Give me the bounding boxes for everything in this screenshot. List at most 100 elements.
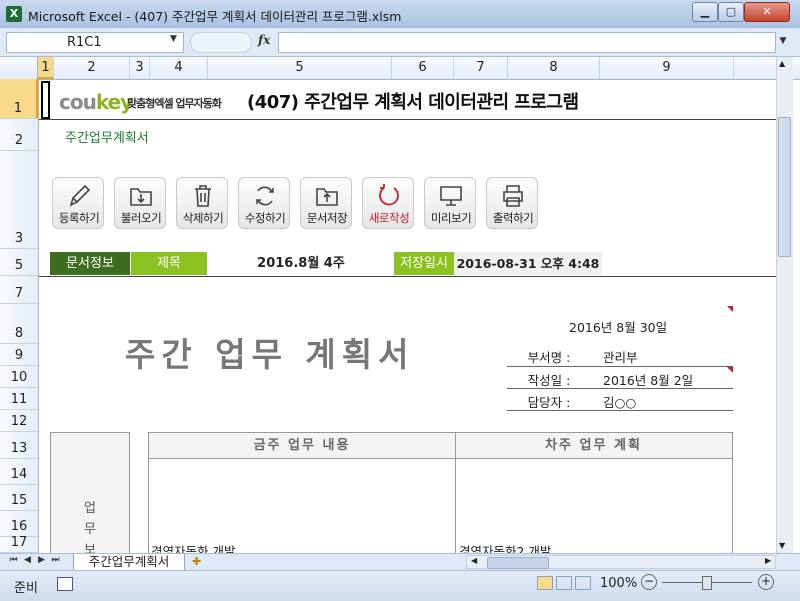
column-header[interactable]: 6 xyxy=(392,57,454,79)
monitor-icon xyxy=(440,186,462,206)
select-all-corner[interactable] xyxy=(0,57,38,79)
underline xyxy=(507,366,733,367)
manager-value[interactable]: 김○○ xyxy=(603,392,636,411)
this-week-content[interactable]: 경영자동화 개발 xyxy=(151,541,235,553)
side-category-cell[interactable]: 업 무 보 xyxy=(50,432,130,553)
row-header[interactable]: 5 xyxy=(0,249,38,276)
column-header[interactable]: 9 xyxy=(600,57,734,79)
register-button[interactable]: 등록하기 xyxy=(52,177,104,229)
doc-info-badge: 문서정보 xyxy=(50,252,130,275)
last-sheet-icon[interactable]: ⏭ xyxy=(50,555,61,565)
row-header[interactable]: 14 xyxy=(0,459,38,485)
expand-formula-bar-icon[interactable]: ▼ xyxy=(776,32,790,51)
name-box[interactable]: R1C1 ▼ xyxy=(6,32,184,53)
formula-input[interactable] xyxy=(278,32,776,53)
print-label: 출력하기 xyxy=(492,211,534,225)
column-header[interactable]: 3 xyxy=(130,57,150,79)
window-title: Microsoft Excel - (407) 주간업무 계획서 데이터관리 프… xyxy=(28,9,402,24)
preview-button[interactable]: 미리보기 xyxy=(424,177,476,229)
next-week-content[interactable]: 경영자동화2 개발 xyxy=(459,541,551,553)
chevron-down-icon[interactable]: ▼ xyxy=(170,34,177,44)
normal-view-icon[interactable] xyxy=(537,576,553,590)
register-label: 등록하기 xyxy=(58,211,100,225)
row-header[interactable]: 9 xyxy=(0,344,38,366)
scroll-down-icon[interactable]: ▼ xyxy=(779,541,785,550)
row-header[interactable]: 3 xyxy=(0,151,38,249)
column-header[interactable]: 4 xyxy=(150,57,208,79)
excel-app-icon[interactable]: X xyxy=(6,6,22,22)
horizontal-scroll-thumb[interactable] xyxy=(487,557,549,569)
row-header[interactable]: 12 xyxy=(0,410,38,432)
reset-icon xyxy=(379,184,399,206)
column-headers: 1 2 3 4 5 6 7 8 9 xyxy=(0,57,800,80)
zoom-slider-thumb[interactable] xyxy=(702,576,712,590)
title-bar: X Microsoft Excel - (407) 주간업무 계획서 데이터관리… xyxy=(0,0,800,29)
zoom-level[interactable]: 100% xyxy=(600,576,637,591)
prev-sheet-icon[interactable]: ◀ xyxy=(22,555,33,565)
underline xyxy=(507,388,733,389)
column-header[interactable]: 5 xyxy=(208,57,392,79)
side-category-label: 업 무 보 xyxy=(84,501,96,553)
program-title: (407) 주간업무 계획서 데이터관리 프로그램 xyxy=(247,92,579,113)
scroll-up-icon[interactable]: ▲ xyxy=(779,59,785,68)
new-document-label: 새로작성 xyxy=(368,211,410,225)
row-header[interactable]: 1 xyxy=(0,79,38,119)
save-document-button[interactable]: 문서저장 xyxy=(300,177,352,229)
row-header[interactable]: 17 xyxy=(0,535,38,553)
maximize-icon[interactable]: ▢ xyxy=(718,2,744,22)
scroll-left-icon[interactable]: ◀ xyxy=(471,556,477,565)
worksheet-area[interactable]: coukey 맞춤형엑셀 업무자동화 (407) 주간업무 계획서 데이터관리 … xyxy=(39,80,776,553)
row-header[interactable]: 8 xyxy=(0,304,38,344)
next-week-header: 차주 업무 계획 xyxy=(455,433,732,459)
document-heading: 주간 업무 계획서 xyxy=(125,335,415,374)
comment-indicator-icon[interactable] xyxy=(727,306,733,312)
sheet-tab[interactable]: 주간업무계획서 xyxy=(73,554,185,571)
row-header[interactable]: 7 xyxy=(0,276,38,304)
column-header[interactable]: 1 xyxy=(38,57,54,79)
column-header[interactable]: 8 xyxy=(508,57,600,79)
first-sheet-icon[interactable]: ⏮ xyxy=(8,555,19,565)
vertical-scrollbar[interactable]: ▲ ▼ xyxy=(776,57,793,553)
document-date[interactable]: 2016년 8월 30일 xyxy=(569,317,667,336)
row-header[interactable]: 11 xyxy=(0,388,38,410)
comment-indicator-icon[interactable] xyxy=(727,367,733,373)
sheet-subtitle: 주간업무계획서 xyxy=(65,131,149,146)
this-week-header: 금주 업무 내용 xyxy=(149,433,455,459)
logo-text-cou: cou xyxy=(59,90,97,114)
scroll-right-icon[interactable]: ▶ xyxy=(765,556,771,565)
column-header[interactable]: 7 xyxy=(454,57,508,79)
written-date-value[interactable]: 2016년 8월 2일 xyxy=(603,370,693,389)
vertical-scroll-thumb[interactable] xyxy=(778,117,791,257)
department-label: 부서명 : xyxy=(527,350,571,365)
print-button[interactable]: 출력하기 xyxy=(486,177,538,229)
row-header[interactable]: 10 xyxy=(0,366,38,388)
new-document-button[interactable]: 새로작성 xyxy=(362,177,414,229)
macro-record-icon[interactable] xyxy=(57,577,73,591)
zoom-in-icon[interactable]: + xyxy=(758,574,774,590)
status-bar: 준비 100% − + xyxy=(0,570,800,601)
info-divider xyxy=(39,276,776,277)
modify-button[interactable]: 수정하기 xyxy=(238,177,290,229)
saved-time-badge: 저장일시 xyxy=(394,252,454,275)
delete-button[interactable]: 삭제하기 xyxy=(176,177,228,229)
page-break-view-icon[interactable] xyxy=(575,576,591,590)
insert-function-icon[interactable]: fx xyxy=(258,33,270,47)
status-mode: 준비 xyxy=(14,581,38,596)
zoom-out-icon[interactable]: − xyxy=(641,574,657,590)
close-icon[interactable]: ✕ xyxy=(744,2,790,22)
next-sheet-icon[interactable]: ▶ xyxy=(36,555,47,565)
row-header[interactable]: 16 xyxy=(0,511,38,537)
minimize-icon[interactable]: ▁ xyxy=(692,2,718,22)
printer-icon xyxy=(503,185,523,207)
insert-sheet-icon[interactable]: ✚ xyxy=(192,555,210,569)
title-value[interactable]: 2016.8월 4주 xyxy=(209,252,393,275)
saved-time-value[interactable]: 2016-08-31 오후 4:48 xyxy=(454,252,602,275)
row-header[interactable]: 2 xyxy=(0,119,38,151)
column-header[interactable]: 2 xyxy=(54,57,130,79)
load-button[interactable]: 불러오기 xyxy=(114,177,166,229)
horizontal-scrollbar[interactable]: ◀ ▶ xyxy=(466,555,776,569)
row-header[interactable]: 15 xyxy=(0,485,38,511)
department-value[interactable]: 관리부 xyxy=(603,347,638,366)
row-header[interactable]: 13 xyxy=(0,432,38,459)
page-layout-view-icon[interactable] xyxy=(556,576,572,590)
